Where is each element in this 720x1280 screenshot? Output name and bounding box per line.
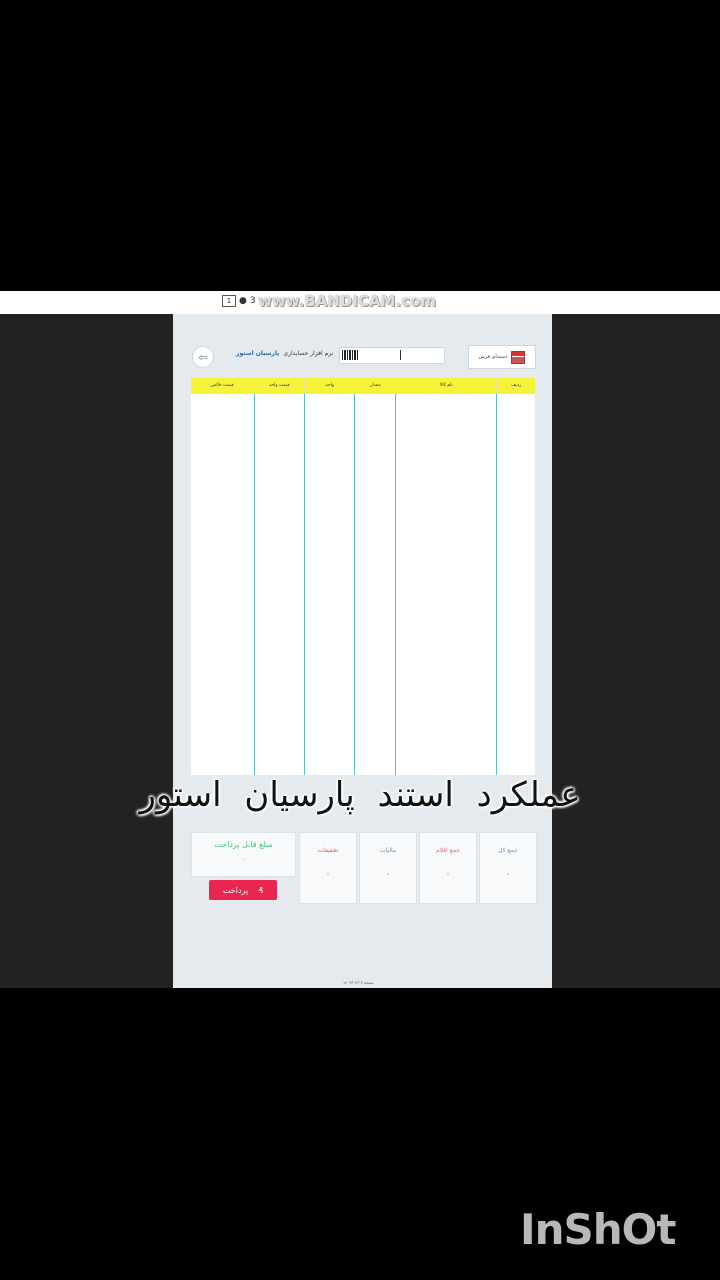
summary-title: جمع کل (498, 847, 518, 854)
table-header: ردیف نام کالا مقدار واحد قیمت واحد قیمت … (191, 378, 535, 394)
payable-amount-card: مبلغ قابل پرداخت ۰ (191, 832, 296, 877)
barcode-icon (342, 350, 358, 360)
summary-value: ۰ (506, 870, 510, 878)
column-header-unit: واحد (304, 378, 355, 394)
shop-icon (511, 350, 526, 364)
summary-value: ۰ (326, 870, 330, 878)
recorder-text: 3 (249, 296, 256, 306)
summary-title: تخفیفات (317, 847, 339, 854)
column-header-row: ردیف (496, 378, 535, 394)
column-divider (395, 394, 396, 775)
column-divider (496, 394, 497, 775)
recorder-dot-icon: ● (239, 296, 247, 306)
recorder-controls: 1 ● 3 (222, 295, 256, 307)
barcode-input[interactable] (339, 347, 445, 364)
pay-label: پرداخت (222, 885, 249, 895)
column-divider (354, 394, 355, 775)
table-body (191, 394, 535, 775)
invoice-table: ردیف نام کالا مقدار واحد قیمت واحد قیمت … (191, 378, 535, 775)
column-header-product: نام کالا (395, 378, 496, 394)
brand-prefix: نرم افزار حسابداری (283, 350, 334, 357)
summary-value: ۰ (446, 870, 450, 878)
summary-card-total: جمع کل ۰ (479, 832, 537, 904)
summary-card-discount: تخفیفات ۰ (299, 832, 357, 904)
brand-name: پارسیان استور (236, 350, 280, 357)
shop-label: دسته‌ای فرش (478, 354, 508, 360)
text-caret (400, 350, 401, 360)
bandicam-watermark: www.BANDICAM.com (258, 292, 437, 310)
payable-value: ۰ (241, 855, 246, 863)
version-text: نسخه ۱۴۰۳/۰۲/۰۷ (343, 980, 374, 985)
column-divider (304, 394, 305, 775)
video-caption: عملکرد استند پارسیان استور (139, 775, 581, 815)
summary-title: جمع اقلام (435, 847, 461, 854)
recorder-bar: 1 ● 3 www.BANDICAM.com (0, 291, 720, 314)
app-brand: 👤 نرم افزار حسابداری پارسیان استور (236, 348, 350, 359)
inshot-watermark: InShOt (520, 1205, 676, 1254)
payable-title: مبلغ قابل پرداخت (214, 840, 273, 849)
pay-button[interactable]: پرداخت ₰ (209, 880, 277, 900)
summary-card-items: جمع اقلام ۰ (419, 832, 477, 904)
shop-button[interactable]: دسته‌ای فرش (468, 345, 536, 369)
recorder-number: 1 (222, 295, 236, 307)
logout-button[interactable]: ⇦ (192, 346, 214, 368)
logout-icon: ⇦ (198, 350, 208, 364)
money-icon: ₰ (258, 885, 264, 895)
column-divider (254, 394, 255, 775)
summary-value: ۰ (386, 870, 390, 878)
summary-title: مالیات (379, 847, 397, 854)
column-header-unit-price: قیمت واحد (253, 378, 304, 394)
column-header-quantity: مقدار (354, 378, 396, 394)
column-header-net-price: قیمت خالص (210, 383, 234, 388)
summary-card-tax: مالیات ۰ (359, 832, 417, 904)
